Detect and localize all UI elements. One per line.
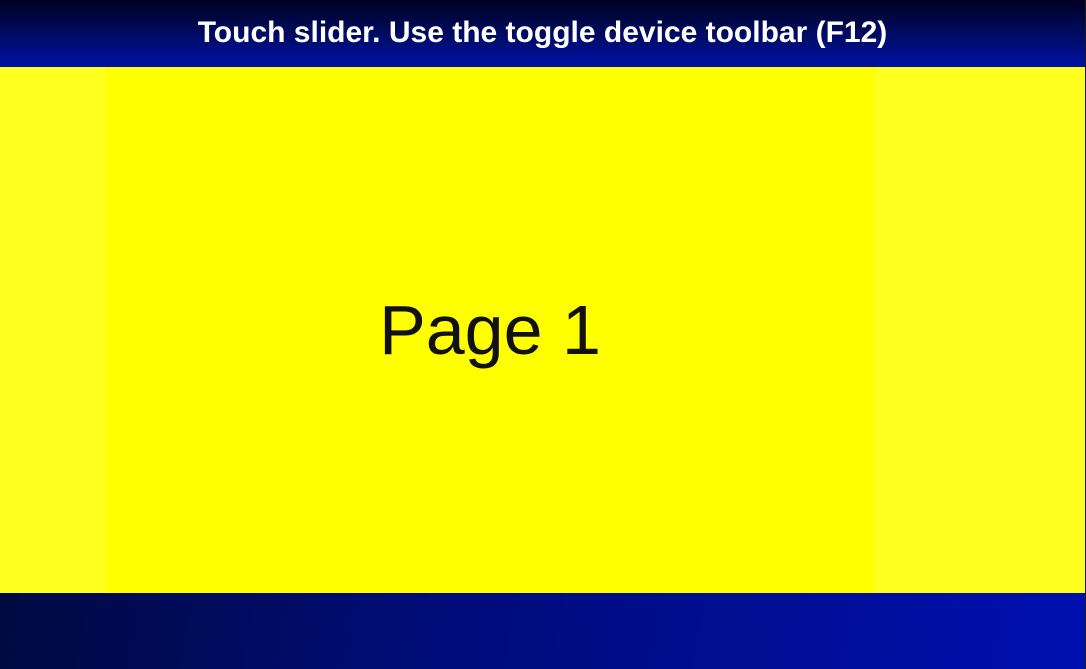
touch-slider[interactable]: Page 1: [0, 67, 1085, 593]
page-title: Touch slider. Use the toggle device tool…: [197, 15, 888, 49]
slide-page-1[interactable]: Page 1: [106, 67, 874, 593]
page-header: Touch slider. Use the toggle device tool…: [0, 0, 1085, 67]
page-footer: [0, 593, 1085, 669]
slide-label: Page 1: [379, 291, 601, 369]
